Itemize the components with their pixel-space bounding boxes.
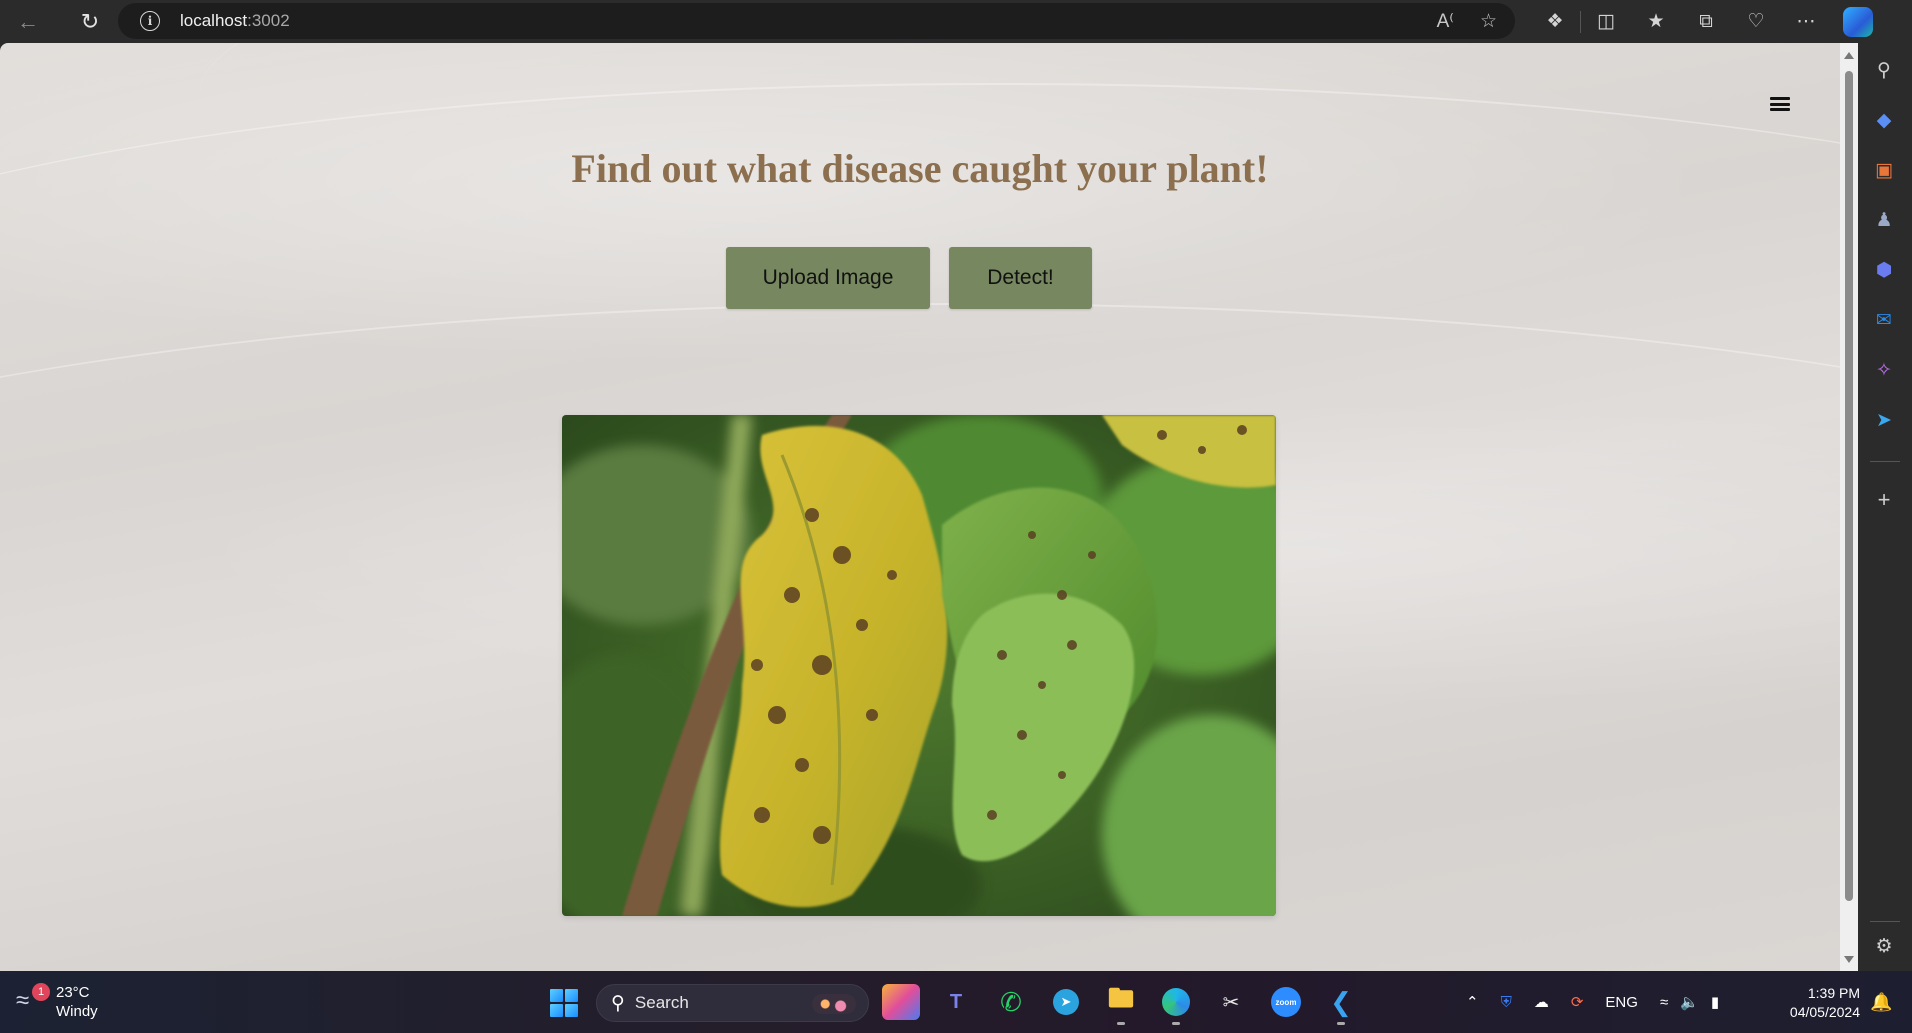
language-indicator[interactable]: ENG: [1605, 994, 1638, 1011]
battery-icon[interactable]: ▮: [1711, 993, 1719, 1011]
clock-time: 1:39 PM: [1807, 985, 1860, 1001]
extensions-icon[interactable]: ❖: [1530, 4, 1580, 40]
weather-temperature: 23°C: [56, 984, 90, 1001]
scroll-down-arrow-icon[interactable]: [1844, 956, 1854, 963]
favorite-star-icon[interactable]: ☆: [1480, 10, 1497, 33]
read-aloud-icon[interactable]: A⁽: [1437, 10, 1454, 33]
games-icon[interactable]: ♟: [1870, 206, 1898, 234]
teams-icon[interactable]: T: [937, 984, 975, 1020]
tools-briefcase-icon[interactable]: ▣: [1870, 156, 1898, 184]
windows-start-icon[interactable]: [550, 989, 578, 1017]
taskbar-clock[interactable]: 1:39 PM 04/05/2024: [1772, 984, 1860, 1022]
zoom-icon[interactable]: zoom: [1267, 984, 1305, 1020]
site-info-icon[interactable]: i: [140, 11, 160, 31]
split-screen-icon[interactable]: ◫: [1581, 4, 1631, 40]
sidebar-divider: [1870, 461, 1900, 462]
detect-button[interactable]: Detect!: [949, 247, 1092, 309]
refresh-icon[interactable]: ↻: [70, 4, 110, 40]
diseased-leaf-photo: [562, 415, 1276, 916]
whatsapp-icon[interactable]: ✆: [992, 984, 1030, 1020]
edge-sidebar: ⚲ ◆ ▣ ♟ ⬢ ✉ ✧ ➤ + ⚙: [1858, 43, 1912, 971]
microsoft-365-icon[interactable]: ⬢: [1870, 256, 1898, 284]
wifi-icon[interactable]: ≈: [1660, 994, 1668, 1011]
url-host: localhost: [180, 11, 248, 30]
browser-essentials-icon[interactable]: ♡: [1731, 4, 1781, 40]
uploaded-plant-image: [562, 415, 1276, 916]
system-tray: ⌃ ⛨ ☁ ⟳ ENG ≈ 🔈 ▮: [1466, 971, 1719, 1033]
hamburger-menu-icon[interactable]: [1770, 95, 1790, 113]
security-shield-icon[interactable]: ⛨: [1501, 994, 1512, 1011]
vertical-scrollbar[interactable]: [1840, 43, 1858, 971]
search-label: Search: [634, 993, 689, 1012]
search-icon: ⚲: [611, 992, 625, 1014]
edge-browser-icon[interactable]: [1157, 984, 1195, 1025]
add-icon[interactable]: +: [1870, 486, 1898, 514]
outlook-icon[interactable]: ✉: [1870, 306, 1898, 334]
settings-gear-icon[interactable]: ⚙: [1870, 932, 1898, 960]
weather-description: Windy: [56, 1003, 98, 1020]
clock-date: 04/05/2024: [1789, 1004, 1860, 1020]
windows-taskbar: ≈ 1 23°C Windy ⚲ Search T ✆ ➤ 🖿 ✂ zoom ❮…: [0, 971, 1912, 1033]
vscode-icon[interactable]: ❮: [1322, 984, 1360, 1025]
url-port: :3002: [247, 11, 290, 30]
send-telegram-icon[interactable]: ➤: [1870, 406, 1898, 434]
snipping-tool-icon[interactable]: ✂: [1212, 984, 1250, 1020]
sidebar-divider: [1870, 921, 1900, 922]
search-icon[interactable]: ⚲: [1870, 56, 1898, 84]
designer-icon[interactable]: ✧: [1870, 356, 1898, 384]
favorites-icon[interactable]: ★: [1631, 4, 1681, 40]
url-text[interactable]: localhost:3002: [180, 11, 290, 31]
telegram-icon[interactable]: ➤: [1047, 984, 1085, 1020]
address-bar[interactable]: i localhost:3002 A⁽ ☆: [118, 3, 1515, 39]
back-arrow-icon[interactable]: ←: [8, 4, 48, 40]
copilot-icon[interactable]: [1843, 6, 1873, 37]
copilot-app-icon[interactable]: [882, 984, 920, 1020]
notification-bell-icon[interactable]: 🔔: [1870, 971, 1892, 1033]
page-viewport: Find out what disease caught your plant!…: [0, 43, 1840, 971]
taskbar-search[interactable]: ⚲ Search: [596, 984, 869, 1022]
scroll-thumb[interactable]: [1845, 71, 1853, 901]
shopping-tag-icon[interactable]: ◆: [1870, 106, 1898, 134]
show-hidden-icons-icon[interactable]: ⌃: [1466, 993, 1479, 1011]
notification-badge: 1: [32, 983, 50, 1001]
weather-widget[interactable]: ≈ 1 23°C Windy: [16, 983, 98, 1021]
page-title: Find out what disease caught your plant!: [571, 146, 1269, 191]
onedrive-cloud-icon[interactable]: ☁: [1534, 993, 1549, 1011]
wind-icon: ≈ 1: [16, 983, 50, 1017]
file-explorer-icon[interactable]: 🖿: [1102, 983, 1140, 1025]
more-options-icon[interactable]: ⋯: [1781, 4, 1831, 40]
browser-toolbar: ← ↻ i localhost:3002 A⁽ ☆ ❖ ◫ ★ ⧉ ♡ ⋯: [0, 0, 1912, 43]
volume-icon[interactable]: 🔈: [1680, 993, 1699, 1011]
collections-icon[interactable]: ⧉: [1681, 4, 1731, 40]
sync-icon[interactable]: ⟳: [1571, 993, 1584, 1011]
scroll-up-arrow-icon[interactable]: [1844, 52, 1854, 59]
upload-image-button[interactable]: Upload Image: [726, 247, 930, 309]
search-highlight-icon: [812, 994, 856, 1014]
